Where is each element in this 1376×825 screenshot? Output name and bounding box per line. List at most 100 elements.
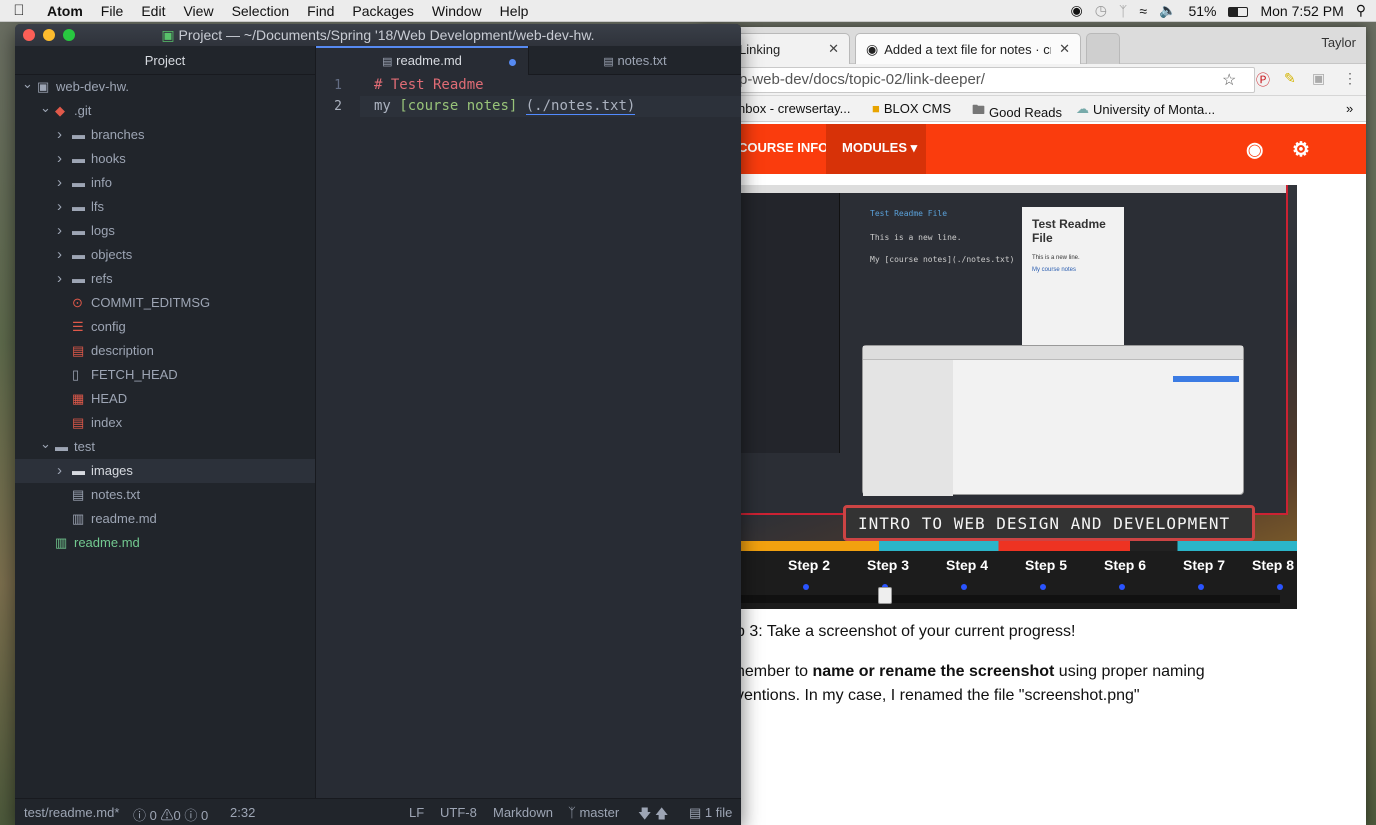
step-2[interactable]: Step 2 xyxy=(788,557,830,573)
tree-item[interactable]: ▤ description xyxy=(15,339,315,363)
tree-item[interactable]: ⌄ ▬ test xyxy=(15,435,315,459)
menu-selection[interactable]: Selection xyxy=(223,3,299,19)
tree-item[interactable]: › ▬ refs xyxy=(15,267,315,291)
step-dot[interactable] xyxy=(961,584,967,590)
status-cursor-position[interactable]: 2:32 xyxy=(230,805,255,820)
menu-help[interactable]: Help xyxy=(491,3,538,19)
code-area[interactable]: # Test Readme my [course notes] (./notes… xyxy=(360,75,741,117)
address-bar[interactable]: p-web-dev/docs/topic-02/link-deeper/ xyxy=(700,67,1255,93)
tree-header[interactable]: Project xyxy=(15,46,315,75)
spotlight-search-icon[interactable]: ⚲ xyxy=(1356,2,1366,19)
battery-icon[interactable] xyxy=(1228,3,1249,19)
chrome-menu-icon[interactable]: ⋮ xyxy=(1343,70,1357,87)
creative-cloud-icon[interactable]: ◉ xyxy=(1070,2,1082,19)
step-dot[interactable] xyxy=(1040,584,1046,590)
bluetooth-icon[interactable]: ᛉ xyxy=(1119,3,1127,19)
tree-item[interactable]: ▤ index xyxy=(15,411,315,435)
step-dot[interactable] xyxy=(803,584,809,590)
chevron-right-icon[interactable]: › xyxy=(57,267,62,291)
gear-icon[interactable]: ⚙ xyxy=(1292,137,1310,162)
tree-item[interactable]: ▤ notes.txt xyxy=(15,483,315,507)
browser-tab-github[interactable]: ◉ Added a text file for notes · cr ✕ xyxy=(855,33,1081,64)
step-dot[interactable] xyxy=(1277,584,1283,590)
tree-item[interactable]: › ▬ hooks xyxy=(15,147,315,171)
tree-item[interactable]: › ▬ branches xyxy=(15,123,315,147)
step-slider-handle[interactable] xyxy=(878,587,892,604)
step-dot[interactable] xyxy=(1198,584,1204,590)
chevron-right-icon[interactable]: › xyxy=(57,243,62,267)
tree-item[interactable]: ⊙ COMMIT_EDITMSG xyxy=(15,291,315,315)
chevron-right-icon[interactable]: › xyxy=(57,171,62,195)
tree-item[interactable]: › ▬ logs xyxy=(15,219,315,243)
close-window-button[interactable] xyxy=(23,29,35,41)
chevron-right-icon[interactable]: › xyxy=(57,459,62,483)
tree-item[interactable]: ⌄ ◆ .git xyxy=(15,99,315,123)
tree-item[interactable]: ☰ config xyxy=(15,315,315,339)
tree-item[interactable]: ▯ FETCH_HEAD xyxy=(15,363,315,387)
close-icon[interactable]: ✕ xyxy=(820,41,839,57)
github-icon[interactable]: ◉ xyxy=(1246,137,1263,162)
menu-view[interactable]: View xyxy=(174,3,222,19)
step-3[interactable]: Step 3 xyxy=(867,557,909,573)
zoom-window-button[interactable] xyxy=(63,29,75,41)
status-encoding[interactable]: UTF-8 xyxy=(440,805,477,820)
menu-file[interactable]: File xyxy=(92,3,133,19)
tree-item[interactable]: › ▬ lfs xyxy=(15,195,315,219)
extension-icon[interactable]: ▣ xyxy=(1312,70,1325,87)
volume-icon[interactable]: 🔈 xyxy=(1159,2,1176,19)
minimize-window-button[interactable] xyxy=(43,29,55,41)
modified-indicator[interactable] xyxy=(509,59,516,66)
status-line-ending[interactable]: LF xyxy=(409,805,424,820)
status-changed-files[interactable]: ▤ 1 file xyxy=(689,805,732,821)
menu-find[interactable]: Find xyxy=(298,3,343,19)
tab-notes[interactable]: ▤ notes.txt xyxy=(528,46,741,75)
status-branch[interactable]: ᛉ master xyxy=(568,805,619,820)
bookmark-star-icon[interactable]: ☆ xyxy=(1222,70,1236,90)
bookmarks-overflow-icon[interactable]: » xyxy=(1346,101,1353,116)
chevron-right-icon[interactable]: › xyxy=(57,123,62,147)
time-machine-icon[interactable]: ◷ xyxy=(1095,2,1107,19)
tree-item[interactable]: › ▬ images xyxy=(15,459,315,483)
step-5[interactable]: Step 5 xyxy=(1025,557,1067,573)
chevron-right-icon[interactable]: › xyxy=(57,195,62,219)
tree-item[interactable]: › ▬ objects xyxy=(15,243,315,267)
step-7[interactable]: Step 7 xyxy=(1183,557,1225,573)
bookmark-blox[interactable]: ■ BLOX CMS xyxy=(872,101,951,116)
menu-packages[interactable]: Packages xyxy=(343,3,422,19)
menu-edit[interactable]: Edit xyxy=(132,3,174,19)
tree-item[interactable]: ▥ readme.md xyxy=(15,531,315,555)
status-grammar[interactable]: Markdown xyxy=(493,805,553,820)
tree-item[interactable]: ▥ readme.md xyxy=(15,507,315,531)
profile-name[interactable]: Taylor xyxy=(1321,35,1356,50)
chevron-down-icon[interactable]: ⌄ xyxy=(40,96,51,120)
apple-icon[interactable]:  xyxy=(0,2,38,19)
highlighter-icon[interactable]: ✎ xyxy=(1284,70,1296,87)
chevron-down-icon[interactable]: ⌄ xyxy=(40,432,51,456)
step-slider-track[interactable] xyxy=(700,595,1280,603)
bookmark-inbox[interactable]: nbox - crewsertay... xyxy=(738,101,850,116)
fetch-arrows-icon[interactable]: 🡇 🡅 xyxy=(638,805,668,825)
chevron-right-icon[interactable]: › xyxy=(57,219,62,243)
step-8[interactable]: Step 8 xyxy=(1252,557,1294,573)
code-line-1[interactable]: # Test Readme xyxy=(360,75,741,96)
bookmark-umontana[interactable]: ☁ University of Monta... xyxy=(1076,101,1215,117)
close-icon[interactable]: ✕ xyxy=(1051,41,1070,57)
tree-item[interactable]: › ▬ info xyxy=(15,171,315,195)
nav-modules[interactable]: MODULES ▾ xyxy=(826,124,926,174)
new-tab-button[interactable] xyxy=(1086,33,1120,64)
menu-clock[interactable]: Mon 7:52 PM xyxy=(1260,3,1343,19)
tree-item[interactable]: ▦ HEAD xyxy=(15,387,315,411)
tab-readme[interactable]: ▤ readme.md xyxy=(316,46,528,75)
status-diagnostics[interactable]: ⓘ 0 ⚠0 ⓘ 0 xyxy=(133,805,208,824)
chevron-right-icon[interactable]: › xyxy=(57,147,62,171)
code-line-2[interactable]: my [course notes] (./notes.txt) xyxy=(360,96,741,117)
step-4[interactable]: Step 4 xyxy=(946,557,988,573)
wifi-icon[interactable]: ≈ xyxy=(1139,3,1147,19)
menu-window[interactable]: Window xyxy=(423,3,491,19)
pinterest-icon[interactable]: Ⓟ xyxy=(1256,70,1270,90)
tree-item[interactable]: ⌄ ▣ web-dev-hw. xyxy=(15,75,315,99)
status-file-path[interactable]: test/readme.md* xyxy=(24,805,119,820)
bookmark-good-reads[interactable]: 🖿 Good Reads xyxy=(972,101,1062,123)
chevron-down-icon[interactable]: ⌄ xyxy=(22,72,33,96)
step-6[interactable]: Step 6 xyxy=(1104,557,1146,573)
